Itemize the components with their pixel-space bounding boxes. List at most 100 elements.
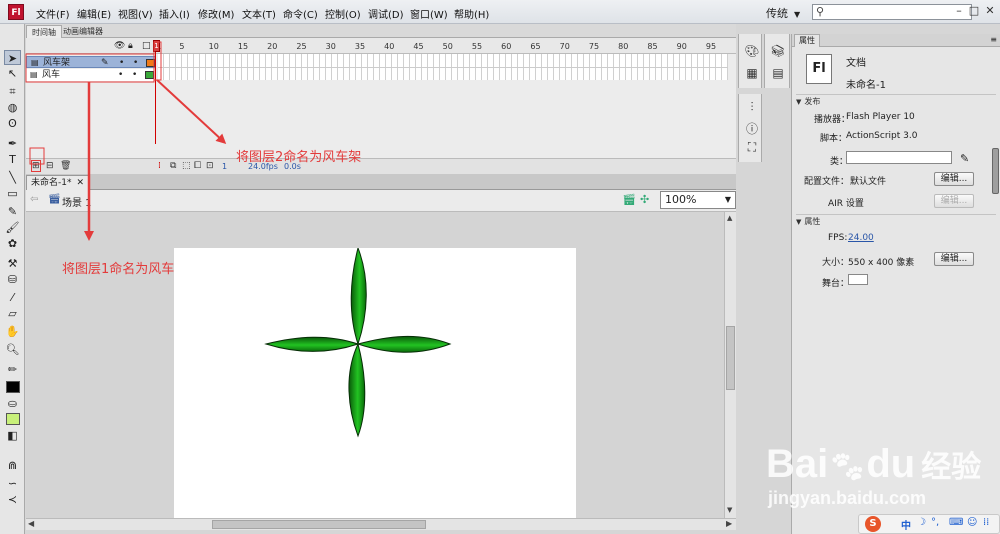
menu-edit[interactable]: 编辑(E) <box>77 6 111 21</box>
close-button[interactable]: ✕ <box>983 4 997 18</box>
class-input[interactable] <box>846 151 952 164</box>
paint-bucket-tool-icon[interactable]: ⛁ <box>4 272 21 287</box>
lock-dot[interactable]: • <box>132 69 137 81</box>
edit-size-button[interactable]: 编辑... <box>934 252 974 266</box>
menu-view[interactable]: 视图(V) <box>118 6 153 21</box>
outline-icon[interactable]: □ <box>142 41 151 51</box>
onion-outline-icon[interactable]: ⬚ <box>182 161 191 171</box>
fill-color-swatch[interactable] <box>6 413 20 425</box>
section-publish[interactable]: ▼ 发布 <box>796 94 996 106</box>
delete-layer-icon[interactable]: 🗑︎ <box>60 161 71 171</box>
menu-file[interactable]: 文件(F) <box>36 6 70 21</box>
zoom-select[interactable]: 100% ▼ <box>660 191 736 209</box>
grid-icon[interactable]: ⁞⁞ <box>983 517 989 528</box>
onion-markers-icon[interactable]: ⊡ <box>206 161 214 171</box>
layer-name[interactable]: 风车架 <box>43 57 70 69</box>
menu-modify[interactable]: 修改(M) <box>198 6 234 21</box>
onion-skin-icon[interactable]: ⧉ <box>170 161 176 171</box>
eraser-tool-icon[interactable]: ▱ <box>4 306 21 321</box>
hand-tool-icon[interactable]: ✋ <box>4 324 21 339</box>
windmill-graphic[interactable] <box>174 246 576 518</box>
frame-grid[interactable] <box>158 54 728 80</box>
scroll-thumb[interactable] <box>726 326 735 390</box>
edit-profile-button[interactable]: 编辑... <box>934 172 974 186</box>
selection-tool-icon[interactable]: ➤ <box>4 50 21 65</box>
rectangle-tool-icon[interactable]: ▭ <box>4 186 21 201</box>
library-panel-icon[interactable]: 📚︎ <box>770 44 786 60</box>
brush-tool-icon[interactable]: 🖌︎ <box>4 220 21 235</box>
scroll-down-icon[interactable]: ▼ <box>727 506 732 514</box>
straighten-icon[interactable]: ≺ <box>4 492 21 507</box>
bone-tool-icon[interactable]: ⚒ <box>4 256 21 271</box>
smooth-icon[interactable]: ∽ <box>4 476 21 491</box>
keyboard-icon[interactable]: ⌨ <box>949 517 963 528</box>
stroke-color-icon[interactable]: ✏ <box>4 362 21 377</box>
text-tool-icon[interactable]: T <box>4 152 21 167</box>
line-tool-icon[interactable]: ╲ <box>4 170 21 185</box>
stroke-color-swatch[interactable] <box>6 381 20 393</box>
help-search-input[interactable]: ⚲ <box>812 4 972 20</box>
menu-help[interactable]: 帮助(H) <box>454 6 489 21</box>
scroll-up-icon[interactable]: ▲ <box>727 214 732 222</box>
eyedropper-tool-icon[interactable]: ⁄ <box>4 290 21 305</box>
ime-mode[interactable]: 中 <box>901 517 911 532</box>
sogou-logo-icon[interactable]: S <box>865 516 881 532</box>
visibility-dot[interactable]: • <box>119 57 124 69</box>
back-arrow-icon[interactable]: ⇦ <box>30 194 38 205</box>
tab-properties[interactable]: 属性 <box>794 34 820 47</box>
panel-menu-icon[interactable]: ≡ <box>990 35 997 44</box>
scroll-right-icon[interactable]: ▶ <box>726 519 732 528</box>
fill-color-icon[interactable]: ⛀ <box>4 396 21 411</box>
tab-motion-editor[interactable]: 动画编辑器 <box>58 25 108 38</box>
layer-outline-color[interactable] <box>146 59 155 67</box>
components-panel-icon[interactable]: ▤ <box>770 66 786 82</box>
swatches-panel-icon[interactable]: ▦ <box>744 66 760 82</box>
edit-air-button[interactable]: 编辑... <box>934 194 974 208</box>
edit-class-icon[interactable]: ✎ <box>960 152 969 165</box>
punctuation-icon[interactable]: °, <box>931 517 939 528</box>
layer-outline-color[interactable] <box>145 71 154 79</box>
moon-icon[interactable]: ☽ <box>917 517 926 528</box>
user-icon[interactable]: ☺ <box>967 517 977 528</box>
document-tab[interactable]: 未命名-1* ✕ <box>26 175 90 190</box>
stage-color-swatch[interactable] <box>848 274 868 285</box>
snap-to-objects-icon[interactable]: ⋒ <box>4 458 21 473</box>
maximize-button[interactable]: □ <box>967 4 981 18</box>
workspace-switcher[interactable]: 传统 ▼ <box>766 5 800 21</box>
tab-timeline[interactable]: 时间轴 <box>26 25 62 38</box>
fps-value[interactable]: 24.00 <box>848 233 874 243</box>
menu-control[interactable]: 控制(O) <box>325 6 361 21</box>
minimize-button[interactable]: – <box>952 4 966 18</box>
edit-symbols-icon[interactable]: ✣ <box>640 193 649 206</box>
color-panel-icon[interactable]: 🎨︎ <box>744 44 760 60</box>
lock-icon[interactable]: 🔒︎ <box>128 41 133 51</box>
align-panel-icon[interactable]: ⫶ <box>744 100 760 116</box>
layer-row-frame[interactable]: ▤ 风车架 ✎ • • <box>26 56 156 68</box>
subselection-tool-icon[interactable]: ↖ <box>4 66 21 81</box>
close-icon[interactable]: ✕ <box>76 178 84 188</box>
pencil-tool-icon[interactable]: ✎ <box>4 204 21 219</box>
playhead-marker[interactable]: 1 <box>153 40 160 52</box>
lasso-tool-icon[interactable]: ʘ <box>4 116 21 131</box>
info-panel-icon[interactable]: ⓘ <box>744 120 760 136</box>
menu-text[interactable]: 文本(T) <box>242 6 276 21</box>
scroll-left-icon[interactable]: ◀ <box>28 519 34 528</box>
horizontal-scrollbar[interactable]: ◀ ▶ <box>26 518 736 530</box>
layer-name[interactable]: 风车 <box>42 69 60 81</box>
edit-multiple-frames-icon[interactable]: ⧠ <box>194 161 201 171</box>
layer-row-windmill[interactable]: ▤ 风车 • • <box>26 69 156 81</box>
visibility-dot[interactable]: • <box>118 69 123 81</box>
menu-window[interactable]: 窗口(W) <box>410 6 448 21</box>
transform-panel-icon[interactable]: ⛶ <box>744 140 760 156</box>
menu-debug[interactable]: 调试(D) <box>368 6 404 21</box>
menu-insert[interactable]: 插入(I) <box>159 6 190 21</box>
deco-tool-icon[interactable]: ✿ <box>4 236 21 251</box>
panel-scrollbar[interactable] <box>992 148 999 194</box>
pen-tool-icon[interactable]: ✒ <box>4 136 21 151</box>
eye-icon[interactable]: 👁︎ <box>114 41 125 51</box>
scene-name[interactable]: 场景 1 <box>62 194 92 209</box>
section-properties[interactable]: ▼ 属性 <box>796 214 996 226</box>
edit-scene-icon[interactable]: 🎬︎ <box>622 193 636 206</box>
free-transform-tool-icon[interactable]: ⌗ <box>4 84 21 99</box>
scroll-thumb[interactable] <box>212 520 426 529</box>
